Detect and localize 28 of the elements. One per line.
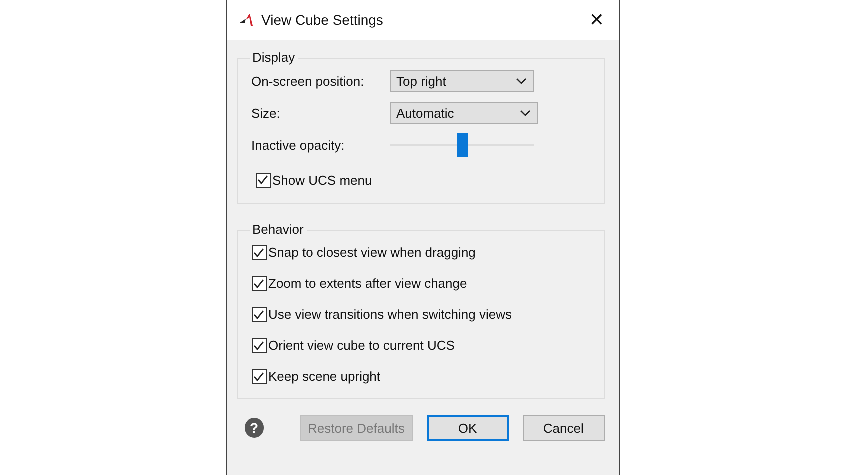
dialog-button[interactable]: OK (426, 415, 509, 441)
opacity-slider[interactable] (390, 132, 534, 158)
checkbox-option[interactable]: Show UCS menu (256, 167, 596, 193)
field-label: Inactive opacity: (252, 138, 346, 152)
checkbox-option[interactable]: Zoom to extents after view change (252, 268, 596, 299)
group-title: Behavior (250, 222, 307, 237)
field-label: On-screen position: (252, 74, 366, 88)
checkmark-icon (253, 340, 265, 352)
checkbox-option[interactable]: Snap to closest view when dragging (252, 237, 596, 268)
dialog-button[interactable]: Cancel (522, 415, 604, 441)
checkmark-icon (253, 308, 265, 320)
checkbox-option[interactable]: Keep scene upright (252, 361, 596, 392)
checkbox-option[interactable]: Use view transitions when switching views (252, 299, 596, 330)
chevron-down-icon (516, 78, 526, 84)
chevron-down-icon (520, 110, 530, 116)
group-title: Display (250, 50, 298, 65)
dropdown[interactable]: Top right (390, 70, 534, 92)
logo-icon (240, 14, 254, 26)
checkmark-icon (257, 174, 269, 186)
close-button[interactable]: ✕ (585, 10, 608, 30)
field-label: Size: (252, 106, 282, 120)
dropdown[interactable]: Automatic (390, 102, 538, 124)
help-button[interactable]: ? (244, 418, 264, 438)
checkmark-icon (253, 246, 265, 258)
checkbox-option[interactable]: Orient view cube to current UCS (252, 330, 596, 361)
checkmark-icon (253, 278, 265, 290)
checkmark-icon (253, 370, 265, 382)
window-title: View Cube Settings (262, 12, 384, 28)
